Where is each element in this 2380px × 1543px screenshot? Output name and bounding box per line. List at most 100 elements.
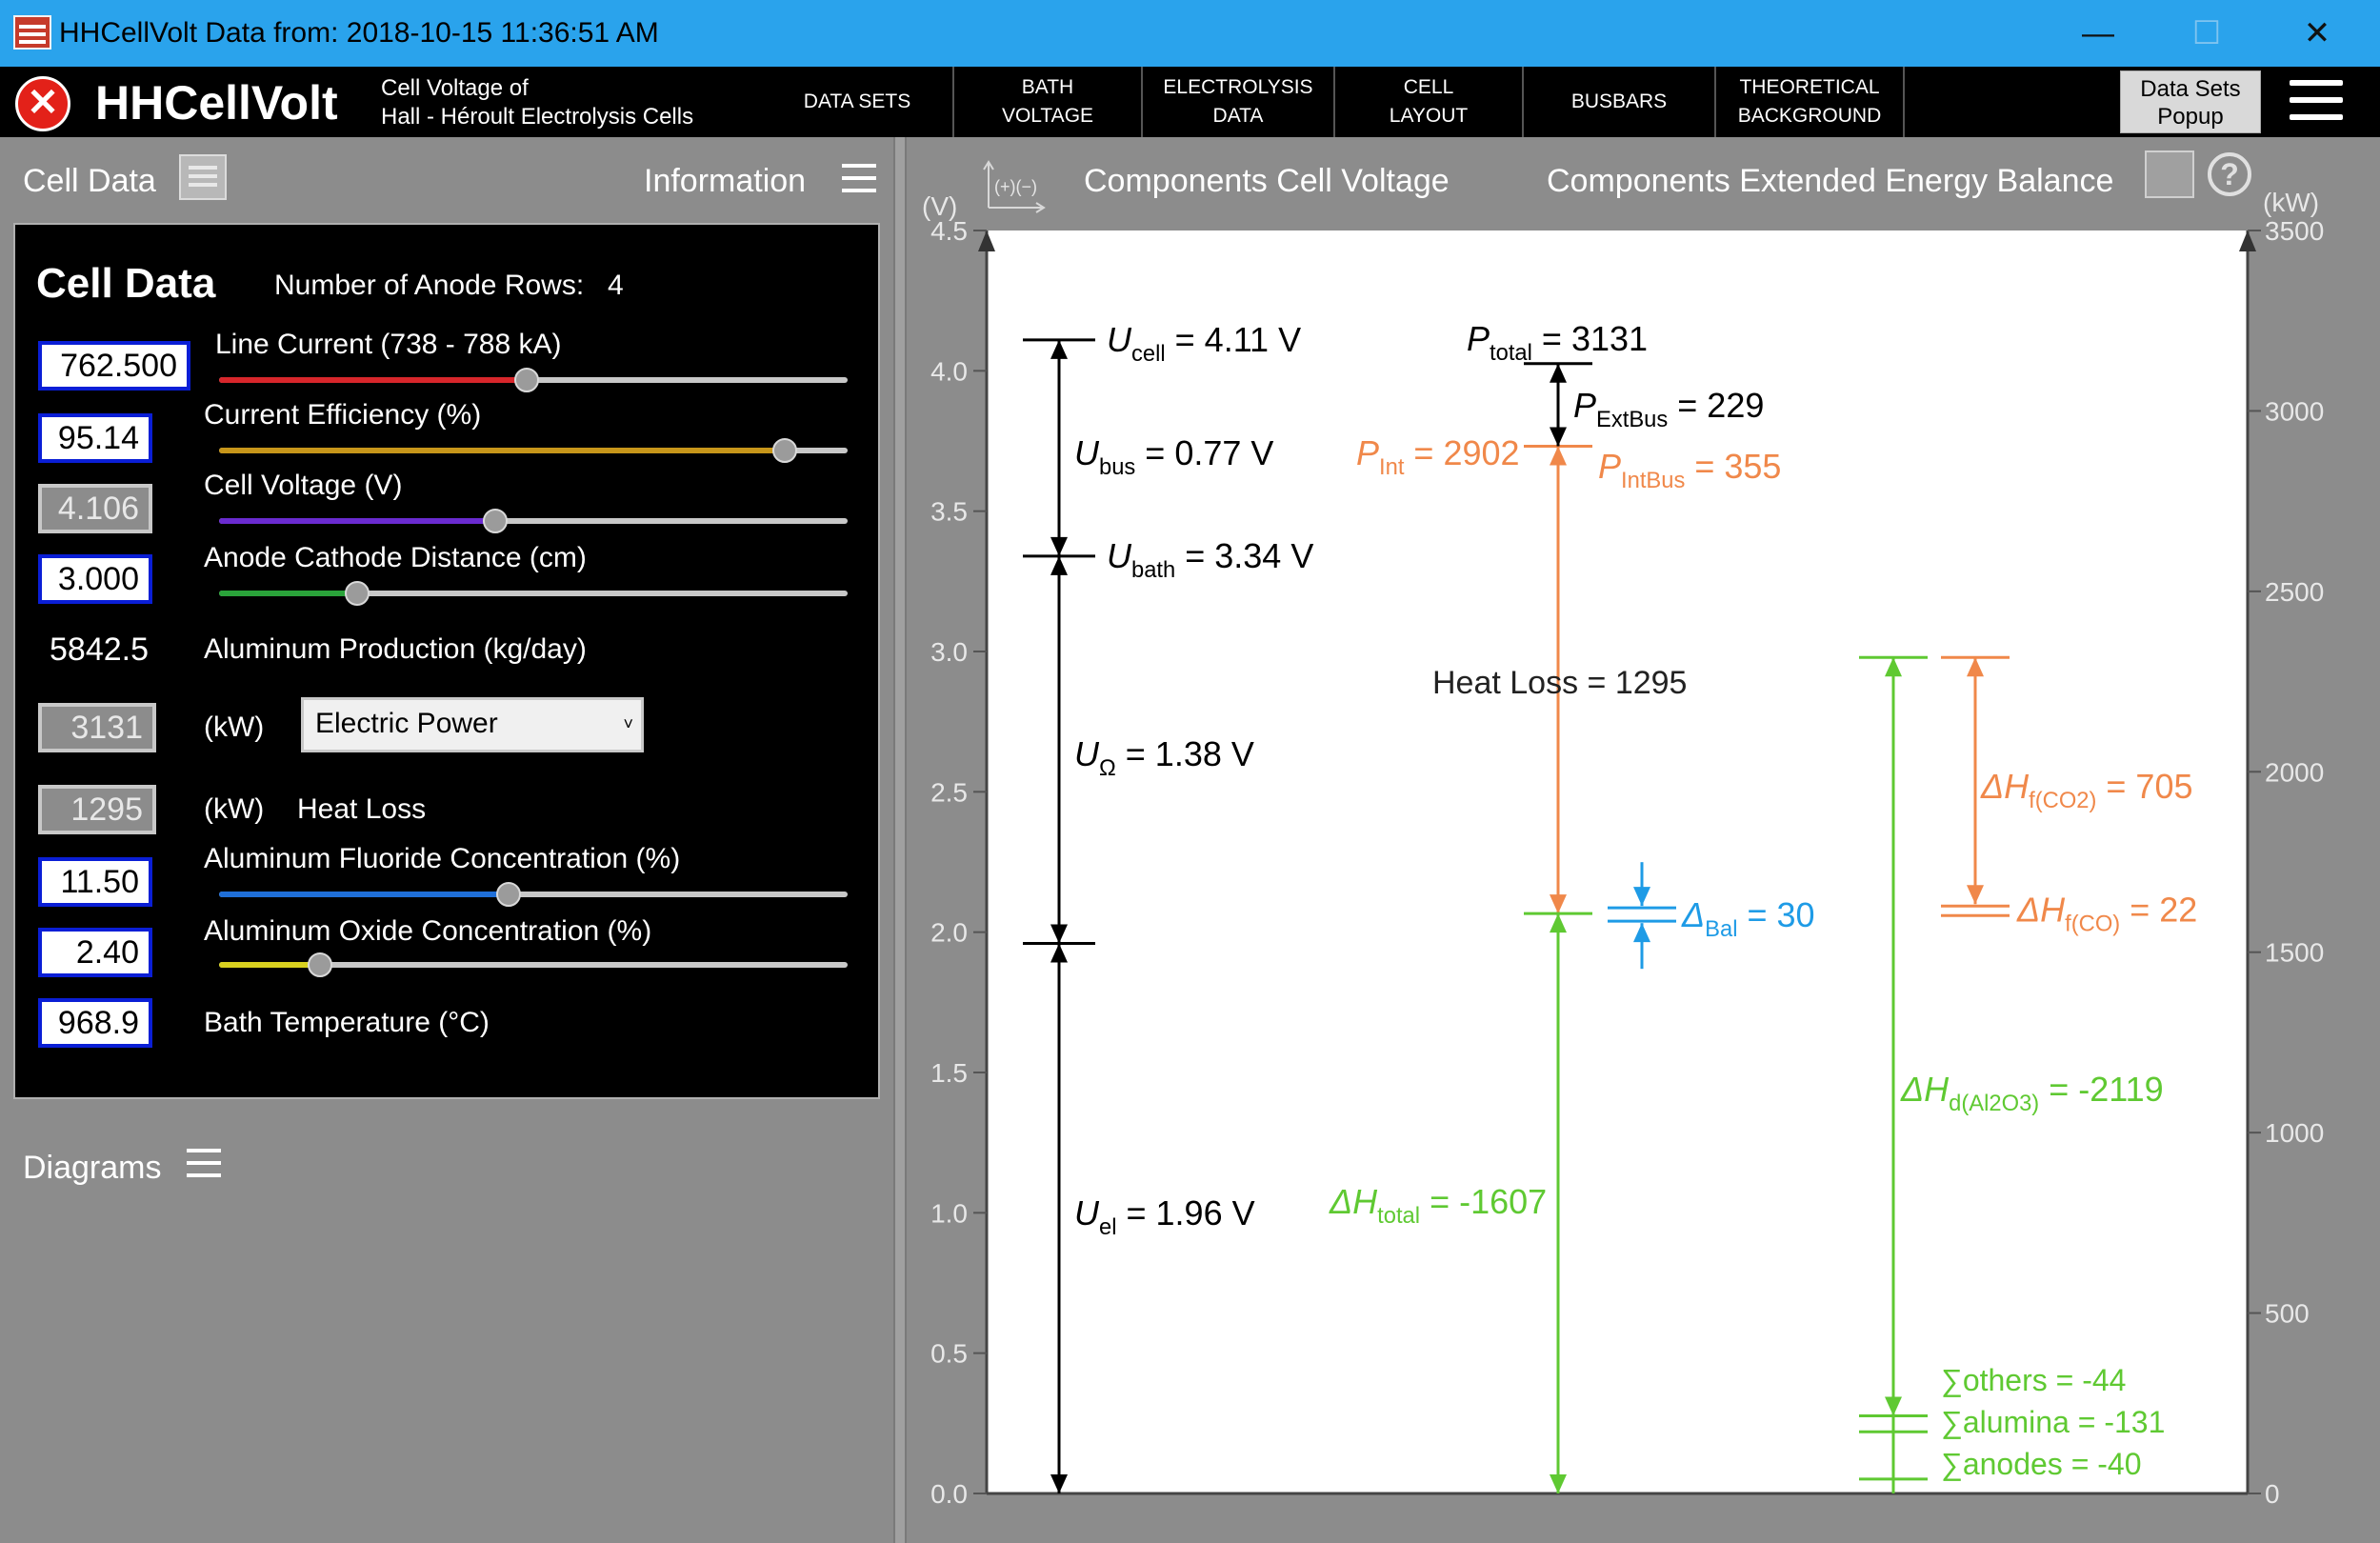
alf3-slider[interactable] xyxy=(219,882,848,907)
window-title: HHCellVolt Data from: 2018-10-15 11:36:5… xyxy=(59,17,659,49)
al2o3-slider[interactable] xyxy=(219,952,848,977)
nav-label: LAYOUT xyxy=(1389,105,1469,127)
slider-fill xyxy=(219,892,509,897)
slider-fill xyxy=(219,591,358,596)
y2-tick-label: 3500 xyxy=(2265,216,2324,246)
slider-thumb[interactable] xyxy=(483,509,509,533)
close-window-button[interactable]: ✕ xyxy=(2284,10,2350,57)
nav-theoretical-background[interactable]: THEORETICAL BACKGROUND xyxy=(1716,67,1905,137)
al2o3-input[interactable]: 2.40 xyxy=(38,928,152,977)
current-efficiency-input[interactable]: 95.14 xyxy=(38,413,152,463)
power-unit: (kW) xyxy=(204,711,265,743)
current-efficiency-slider[interactable] xyxy=(219,438,848,463)
app-subtitle-line1: Cell Voltage of xyxy=(381,75,529,101)
y2-tick-label: 3000 xyxy=(2265,396,2324,426)
al-production-label: Aluminum Production (kg/day) xyxy=(204,633,587,665)
y-tick-label: 0.5 xyxy=(930,1339,968,1369)
nav-busbars[interactable]: BUSBARS xyxy=(1524,67,1716,137)
nav-label: CELL xyxy=(1403,76,1454,98)
y2-tick-label: 2500 xyxy=(2265,577,2324,607)
heat-loss-unit: (kW) xyxy=(204,793,265,825)
information-heading[interactable]: Information xyxy=(644,162,806,200)
y-tick-label: 1.5 xyxy=(930,1058,968,1088)
slider-fill xyxy=(219,518,496,524)
bath-temperature-input[interactable]: 968.9 xyxy=(38,998,152,1048)
y-tick-label: 3.0 xyxy=(930,637,968,667)
energy-balance-chart: 0.00.51.01.52.02.53.03.54.04.50500100015… xyxy=(922,188,2324,1509)
sum-alumina-label: ∑alumina = -131 xyxy=(1941,1405,2165,1439)
slider-thumb[interactable] xyxy=(307,952,332,977)
acd-slider[interactable] xyxy=(219,581,848,606)
nav-label: VOLTAGE xyxy=(1001,105,1094,127)
sum-others-label: ∑others = -44 xyxy=(1941,1363,2126,1397)
nav-cell-layout[interactable]: CELL LAYOUT xyxy=(1335,67,1524,137)
nav-label: BACKGROUND xyxy=(1737,105,1882,127)
main-menu-icon[interactable] xyxy=(2290,80,2343,124)
app-brand: HHCellVolt xyxy=(95,76,338,130)
power-type-selected: Electric Power xyxy=(315,708,498,739)
acd-label: Anode Cathode Distance (cm) xyxy=(204,542,587,573)
y-tick-label: 2.5 xyxy=(930,777,968,807)
y-tick-label: 1.0 xyxy=(930,1198,968,1228)
y-tick-label: 4.0 xyxy=(930,356,968,386)
right-panel: (+)(−) Components Cell Voltage Component… xyxy=(907,137,2380,1543)
window-title-bar: HHCellVolt Data from: 2018-10-15 11:36:5… xyxy=(0,0,2380,67)
popup-label-line2: Popup xyxy=(2157,104,2224,130)
nav-data-sets[interactable]: DATA SETS xyxy=(762,67,954,137)
nav-label: BUSBARS xyxy=(1570,90,1668,112)
al2o3-label: Aluminum Oxide Concentration (%) xyxy=(204,915,652,947)
y-tick-label: 0.0 xyxy=(930,1479,968,1509)
app-subtitle-line2: Hall - Héroult Electrolysis Cells xyxy=(381,104,694,130)
left-unit-label: (V) xyxy=(922,191,957,221)
left-panel: Cell Data Information Cell Data Number o… xyxy=(0,137,893,1543)
nav-label: DATA xyxy=(1212,105,1264,127)
cell-voltage-slider[interactable] xyxy=(219,509,848,533)
nav-label: THEORETICAL xyxy=(1739,76,1880,98)
sum-anodes-label: ∑anodes = -40 xyxy=(1941,1447,2142,1481)
diagrams-menu-icon[interactable] xyxy=(187,1149,221,1181)
nav-label: DATA SETS xyxy=(803,90,911,112)
y-tick-label: 2.0 xyxy=(930,918,968,948)
data-sets-popup-button[interactable]: Data Sets Popup xyxy=(2120,70,2261,133)
anode-rows-value: 4 xyxy=(608,270,624,301)
slider-thumb[interactable] xyxy=(345,581,370,606)
line-current-slider[interactable] xyxy=(219,368,848,392)
panel-splitter[interactable] xyxy=(893,137,907,1543)
nav-electrolysis-data[interactable]: ELECTROLYSIS DATA xyxy=(1143,67,1335,137)
diagrams-heading[interactable]: Diagrams xyxy=(23,1149,161,1187)
right-unit-label: (kW) xyxy=(2263,188,2319,217)
nav-bath-voltage[interactable]: BATH VOLTAGE xyxy=(954,67,1143,137)
y2-tick-label: 0 xyxy=(2265,1479,2280,1509)
slider-thumb[interactable] xyxy=(514,368,540,392)
power-type-select[interactable]: Electric Power ˅ xyxy=(301,697,644,752)
exit-app-icon[interactable]: ✕ xyxy=(15,76,70,131)
acd-input[interactable]: 3.000 xyxy=(38,554,152,604)
slider-fill xyxy=(219,962,320,968)
heat-loss-label: Heat Loss xyxy=(297,793,427,825)
bath-temperature-label: Bath Temperature (°C) xyxy=(204,1007,490,1038)
y2-tick-label: 1000 xyxy=(2265,1118,2324,1148)
line-current-input[interactable]: 762.500 xyxy=(38,341,190,391)
al-production-value: 5842.5 xyxy=(50,631,149,668)
slider-fill xyxy=(219,377,528,383)
nav-label: ELECTROLYSIS xyxy=(1163,76,1313,98)
cell-data-title: Cell Data xyxy=(36,260,216,307)
line-current-label: Line Current (738 - 788 kA) xyxy=(215,329,562,360)
cell-data-heading: Cell Data xyxy=(23,163,156,199)
app-subtitle: Cell Voltage of Hall - Héroult Electroly… xyxy=(381,74,693,131)
cell-data-menu-icon[interactable] xyxy=(179,154,227,200)
slider-thumb[interactable] xyxy=(495,882,521,907)
alf3-input[interactable]: 11.50 xyxy=(38,857,152,907)
current-efficiency-label: Current Efficiency (%) xyxy=(204,399,482,431)
cell-voltage-value: 4.106 xyxy=(38,484,152,533)
heat-loss-label: Heat Loss = 1295 xyxy=(1432,665,1687,701)
cell-voltage-label: Cell Voltage (V) xyxy=(204,470,403,501)
cell-data-panel: Cell Data Number of Anode Rows: 4 762.50… xyxy=(13,223,880,1099)
heat-loss-value: 1295 xyxy=(38,785,156,834)
minimize-button[interactable]: — xyxy=(2065,10,2131,57)
app-header: ✕ HHCellVolt Cell Voltage of Hall - Héro… xyxy=(0,67,2380,137)
information-menu-icon[interactable] xyxy=(842,164,876,196)
slider-thumb[interactable] xyxy=(772,438,797,463)
y-tick-label: 3.5 xyxy=(930,497,968,527)
maximize-button[interactable]: ☐ xyxy=(2173,10,2240,57)
